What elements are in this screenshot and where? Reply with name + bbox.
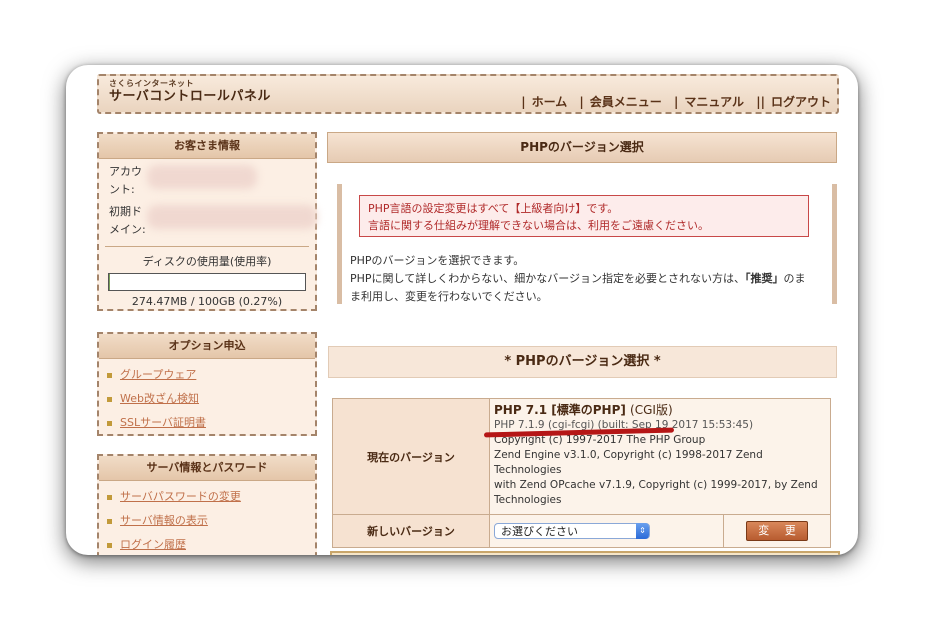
warning-line-1: PHP言語の設定変更はすべて【上級者向け】です。 — [368, 202, 619, 215]
current-version-info: PHP 7.1 [標準のPHP] (CGI版) PHP 7.1.9 (cgi-f… — [483, 398, 831, 515]
description-line-2: PHPに関して詳しくわからない、細かなバージョン指定を必要とされない方は、「推奨… — [350, 272, 806, 303]
disk-usage-value: 274.47MB / 100GB (0.27%) — [131, 295, 283, 308]
nav-home-link[interactable]: ホーム — [532, 95, 568, 109]
description-line-1: PHPのバージョンを選択できます。 — [350, 254, 525, 267]
options-box: オプション申込 グループウェア Web改ざん検知 SSLサーバ証明書 — [97, 332, 317, 436]
table-row: 現在のバージョン PHP 7.1 [標準のPHP] (CGI版) PHP 7.1… — [332, 398, 831, 515]
domain-value-redacted — [147, 205, 317, 229]
control-panel-page: さくらインターネット サーバコントロールパネル | ホーム | 会員メニュー | マニ… — [66, 65, 858, 555]
version-select-cell: お選びください ⇕ — [489, 514, 724, 548]
notice-area: PHP言語の設定変更はすべて【上級者向け】です。 言語に関する仕組みが理解できな… — [337, 184, 837, 304]
domain-row: 初期ド メイン: — [99, 203, 317, 239]
disk-usage-heading: ディスクの使用量(使用率) — [142, 255, 272, 268]
server-info-title: サーバ情報とパスワード — [99, 456, 315, 481]
page-title: PHPのバージョン選択 — [327, 132, 837, 163]
nav-member-menu-link[interactable]: 会員メニュー — [590, 95, 662, 109]
list-item: SSLサーバ証明書 — [107, 411, 315, 435]
table-row: 新しいバージョン お選びください ⇕ 変 更 — [332, 514, 831, 548]
bullet-icon — [107, 396, 112, 402]
recommended-text: 「推奨」 — [745, 272, 784, 285]
copyright-line-3: with Zend OPcache v7.1.9, Copyright (c) … — [494, 479, 818, 506]
bullet-icon — [107, 372, 112, 378]
brand-large-text: サーバコントロールパネル — [109, 89, 271, 104]
bullet-icon — [107, 420, 112, 426]
browser-window: さくらインターネット サーバコントロールパネル | ホーム | 会員メニュー | マニ… — [66, 65, 858, 555]
description: PHPのバージョンを選択できます。 PHPに関して詳しくわからない、細かなバージ… — [350, 252, 816, 306]
change-button-cell: 変 更 — [723, 514, 831, 548]
top-nav: | ホーム | 会員メニュー | マニュアル || ログアウト — [521, 95, 831, 109]
change-button[interactable]: 変 更 — [746, 521, 808, 541]
server-info-box: サーバ情報とパスワード サーバパスワードの変更 サーバ情報の表示 ログイン履歴 — [97, 454, 317, 555]
bullet-icon — [107, 494, 112, 500]
brand-small-text: さくらインターネット — [109, 79, 194, 88]
options-title: オプション申込 — [99, 334, 315, 359]
change-server-password-link[interactable]: サーバパスワードの変更 — [120, 490, 241, 503]
login-history-link[interactable]: ログイン履歴 — [120, 538, 186, 551]
version-select[interactable]: お選びください ⇕ — [494, 523, 650, 539]
disk-usage-fill — [109, 274, 110, 290]
new-version-label: 新しいバージョン — [332, 514, 490, 548]
nav-manual-link[interactable]: マニュアル — [684, 95, 744, 109]
warning-box: PHP言語の設定変更はすべて【上級者向け】です。 言語に関する仕組みが理解できな… — [359, 195, 809, 237]
nav-logout-link[interactable]: ログアウト — [771, 95, 831, 109]
disk-usage-bar — [108, 273, 306, 291]
brand-logo: さくらインターネット サーバコントロールパネル — [109, 79, 271, 104]
list-item: サーバパスワードの変更 — [107, 485, 315, 509]
divider — [105, 246, 309, 247]
customer-info-box: お客さま情報 アカウ ント: 初期ド メイン: ディスクの使用量(使用率) 274.… — [97, 132, 317, 311]
ssl-certificate-link[interactable]: SSLサーバ証明書 — [120, 416, 206, 429]
server-info-list: サーバパスワードの変更 サーバ情報の表示 ログイン履歴 — [99, 481, 315, 555]
list-item: グループウェア — [107, 363, 315, 387]
version-select-value: お選びください — [501, 525, 578, 538]
copyright-line-2: Zend Engine v3.1.0, Copyright (c) 1998-2… — [494, 449, 763, 476]
header-bar: さくらインターネット サーバコントロールパネル | ホーム | 会員メニュー | マニ… — [97, 74, 839, 114]
bullet-icon — [107, 518, 112, 524]
chevron-updown-icon: ⇕ — [636, 523, 649, 539]
account-row: アカウ ント: — [99, 163, 315, 199]
options-list: グループウェア Web改ざん検知 SSLサーバ証明書 — [99, 359, 315, 435]
list-item: Web改ざん検知 — [107, 387, 315, 411]
current-version-label: 現在のバージョン — [332, 398, 490, 515]
show-server-info-link[interactable]: サーバ情報の表示 — [120, 514, 208, 527]
list-item: ログイン履歴 — [107, 533, 315, 555]
warning-line-2: 言語に関する仕組みが理解できない場合は、利用をご遠慮ください。 — [368, 219, 709, 232]
web-tamper-detection-link[interactable]: Web改ざん検知 — [120, 392, 199, 405]
version-table: 現在のバージョン PHP 7.1 [標準のPHP] (CGI版) PHP 7.1… — [332, 398, 831, 548]
account-value-redacted — [147, 165, 257, 189]
section-title: * PHPのバージョン選択 * — [328, 346, 837, 378]
customer-info-title: お客さま情報 — [99, 134, 315, 159]
groupware-link[interactable]: グループウェア — [120, 368, 196, 381]
current-version-name: PHP 7.1 [標準のPHP] (CGI版) — [494, 403, 673, 417]
bullet-icon — [107, 542, 112, 548]
list-item: サーバ情報の表示 — [107, 509, 315, 533]
next-section-edge — [330, 551, 840, 555]
